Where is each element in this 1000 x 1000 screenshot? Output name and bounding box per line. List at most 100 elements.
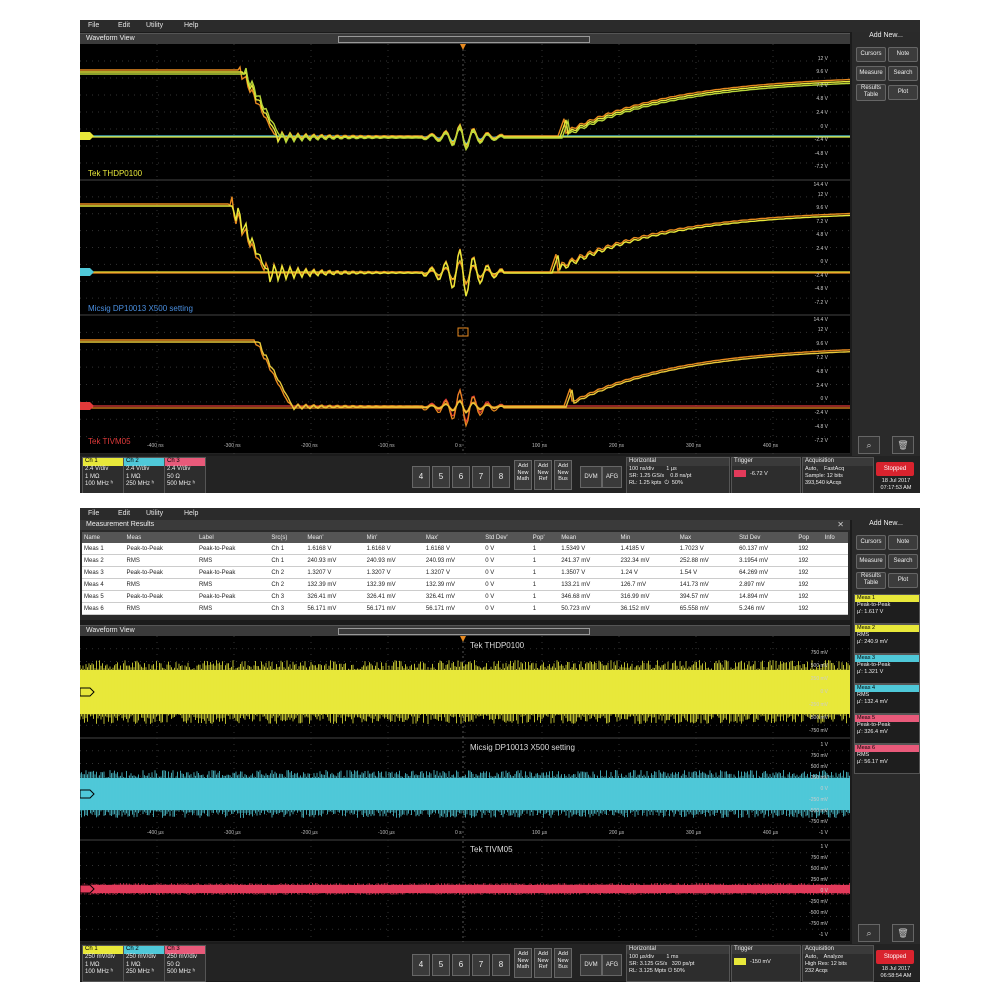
waveform-area[interactable]: Tek THDP0100 Micsig DP10013 X500 setting… [80,636,850,942]
probe-label-3: Tek TIVM05 [470,845,513,854]
channel-6-button[interactable]: 6 [452,466,470,488]
results-table-button[interactable]: Results Table [856,84,886,101]
trigger-settings[interactable]: Trigger -6.72 V [731,457,801,493]
note-button[interactable]: Note [888,47,918,62]
channel-8-button[interactable]: 8 [492,954,510,976]
afg-button[interactable]: AFG [602,466,622,488]
cursors-button[interactable]: Cursors [856,535,886,550]
column-header[interactable]: Pop [796,532,823,543]
results-table-button[interactable]: Results Table [856,572,886,589]
measurement-badge[interactable]: Meas 2 RMS µ': 240.9 mV [854,624,920,654]
column-header[interactable]: Max' [423,532,484,543]
record-view-slider[interactable] [338,36,590,43]
measurement-badge[interactable]: Meas 5 Peak-to-Peak µ': 326.4 mV [854,714,920,744]
add-new-math-button[interactable]: Add New Math [514,948,532,978]
waveform-area[interactable]: Tek THDP0100 Micsig DP10013 X500 setting… [80,44,850,454]
trigger-settings[interactable]: Trigger -150 mV [731,945,801,982]
menu-file[interactable]: File [88,22,99,29]
run-stop-status[interactable]: Stopped [876,950,914,964]
add-new-ref-button[interactable]: Add New Ref [534,948,552,978]
column-header[interactable]: Min' [364,532,424,543]
column-header[interactable]: Pop' [530,532,560,543]
run-stop-status[interactable]: Stopped [876,462,914,476]
note-button[interactable]: Note [888,535,918,550]
trigger-position-marker[interactable] [460,44,466,50]
search-button[interactable]: Search [888,66,918,81]
channel-1-settings[interactable]: Ch 1 250 mV/div 1 MΩ 100 MHz ʰ [82,945,124,982]
column-header[interactable]: Name [82,532,125,543]
measurement-badge[interactable]: Meas 1 Peak-to-Peak µ': 1.617 V [854,594,920,624]
table-row[interactable]: Meas 3 Peak-to-Peak Peak-to-Peak Ch 2 1.3207… [82,566,848,579]
cursors-button[interactable]: Cursors [856,47,886,62]
trigger-position-marker[interactable] [460,636,466,642]
channel-3-settings[interactable]: Ch 3 250 mV/div 50 Ω 500 MHz ʰ [164,945,206,982]
vertical-scale-label: 500 mV [810,663,828,669]
column-header[interactable]: Std Dev' [483,532,531,543]
table-row[interactable]: Meas 6 RMS RMS Ch 3 56.171 mV 56.171 mV 56.171… [82,602,848,615]
table-row[interactable]: Meas 4 RMS RMS Ch 2 132.39 mV 132.39 mV 132.39… [82,578,848,591]
channel-6-button[interactable]: 6 [452,954,470,976]
channel-1-marker[interactable] [80,132,94,140]
horizontal-settings[interactable]: Horizontal 100 ns/div 1 µs SR: 1.25 GS/s 0… [626,457,730,493]
channel-7-button[interactable]: 7 [472,466,490,488]
channel-8-button[interactable]: 8 [492,466,510,488]
channel-5-button[interactable]: 5 [432,466,450,488]
column-header[interactable]: Std Dev [737,532,797,543]
menu-utility[interactable]: Utility [146,22,163,29]
acquisition-settings[interactable]: Acquisition Auto, Analyze High Res: 12 bit… [802,945,874,982]
close-icon[interactable]: ✕ [837,520,844,529]
plot-button[interactable]: Plot [888,85,918,100]
add-new-bus-button[interactable]: Add New Bus [554,460,572,490]
channel-7-button[interactable]: 7 [472,954,490,976]
column-header[interactable]: Src(s) [269,532,306,543]
channel-2-settings[interactable]: Ch 2 2.4 V/div 1 MΩ 250 MHz ʰ [123,457,165,493]
channel-3-settings[interactable]: Ch 3 2.4 V/div 50 Ω 500 MHz ʰ [164,457,206,493]
add-new-math-button[interactable]: Add New Math [514,460,532,490]
table-row[interactable]: Meas 2 RMS RMS Ch 1 240.93 mV 240.93 mV 240.93… [82,554,848,567]
menu-help[interactable]: Help [184,510,198,517]
menu-help[interactable]: Help [184,22,198,29]
column-header[interactable]: Mean' [305,532,365,543]
channel-2-marker[interactable] [80,789,95,799]
channel-4-button[interactable]: 4 [412,466,430,488]
dvm-button[interactable]: DVM [580,954,602,976]
record-view-slider[interactable] [338,628,590,635]
dvm-button[interactable]: DVM [580,466,602,488]
column-header[interactable]: Info [822,532,848,543]
plot-button[interactable]: Plot [888,573,918,588]
channel-5-button[interactable]: 5 [432,954,450,976]
horizontal-settings[interactable]: Horizontal 100 µs/div 1 ms SR: 3.125 GS/s … [626,945,730,982]
measurement-badge[interactable]: Meas 4 RMS µ': 132.4 mV [854,684,920,714]
channel-3-marker[interactable] [80,402,94,410]
table-row[interactable]: Meas 5 Peak-to-Peak Peak-to-Peak Ch 3 326.41… [82,590,848,603]
menu-edit[interactable]: Edit [118,510,130,517]
measure-button[interactable]: Measure [856,66,886,81]
menu-edit[interactable]: Edit [118,22,130,29]
channel-1-marker[interactable] [80,687,95,697]
zoom-icon[interactable]: ⌕ [858,436,880,454]
column-header[interactable]: Min [618,532,678,543]
column-header[interactable]: Max [677,532,738,543]
channel-1-settings[interactable]: Ch 1 2.4 V/div 1 MΩ 100 MHz ʰ [82,457,124,493]
channel-4-button[interactable]: 4 [412,954,430,976]
measure-button[interactable]: Measure [856,554,886,569]
acquisition-settings[interactable]: Acquisition Auto, FastAcq Sample: 12 bits 3… [802,457,874,493]
afg-button[interactable]: AFG [602,954,622,976]
channel-2-settings[interactable]: Ch 2 250 mV/div 1 MΩ 250 MHz ʰ [123,945,165,982]
search-button[interactable]: Search [888,554,918,569]
trash-icon[interactable]: 🗑 [892,436,914,454]
zoom-icon[interactable]: ⌕ [858,924,880,942]
channel-3-marker[interactable] [80,884,95,894]
column-header[interactable]: Label [196,532,270,543]
measurement-badge[interactable]: Meas 6 RMS µ': 56.17 mV [854,744,920,774]
measurement-badge[interactable]: Meas 3 Peak-to-Peak µ': 1.321 V [854,654,920,684]
column-header[interactable]: Meas [124,532,197,543]
add-new-ref-button[interactable]: Add New Ref [534,460,552,490]
menu-file[interactable]: File [88,510,99,517]
add-new-bus-button[interactable]: Add New Bus [554,948,572,978]
menu-utility[interactable]: Utility [146,510,163,517]
table-row[interactable]: Meas 1 Peak-to-Peak Peak-to-Peak Ch 1 1.6168… [82,543,848,555]
trash-icon[interactable]: 🗑 [892,924,914,942]
column-header[interactable]: Mean [559,532,619,543]
channel-2-marker[interactable] [80,268,94,276]
